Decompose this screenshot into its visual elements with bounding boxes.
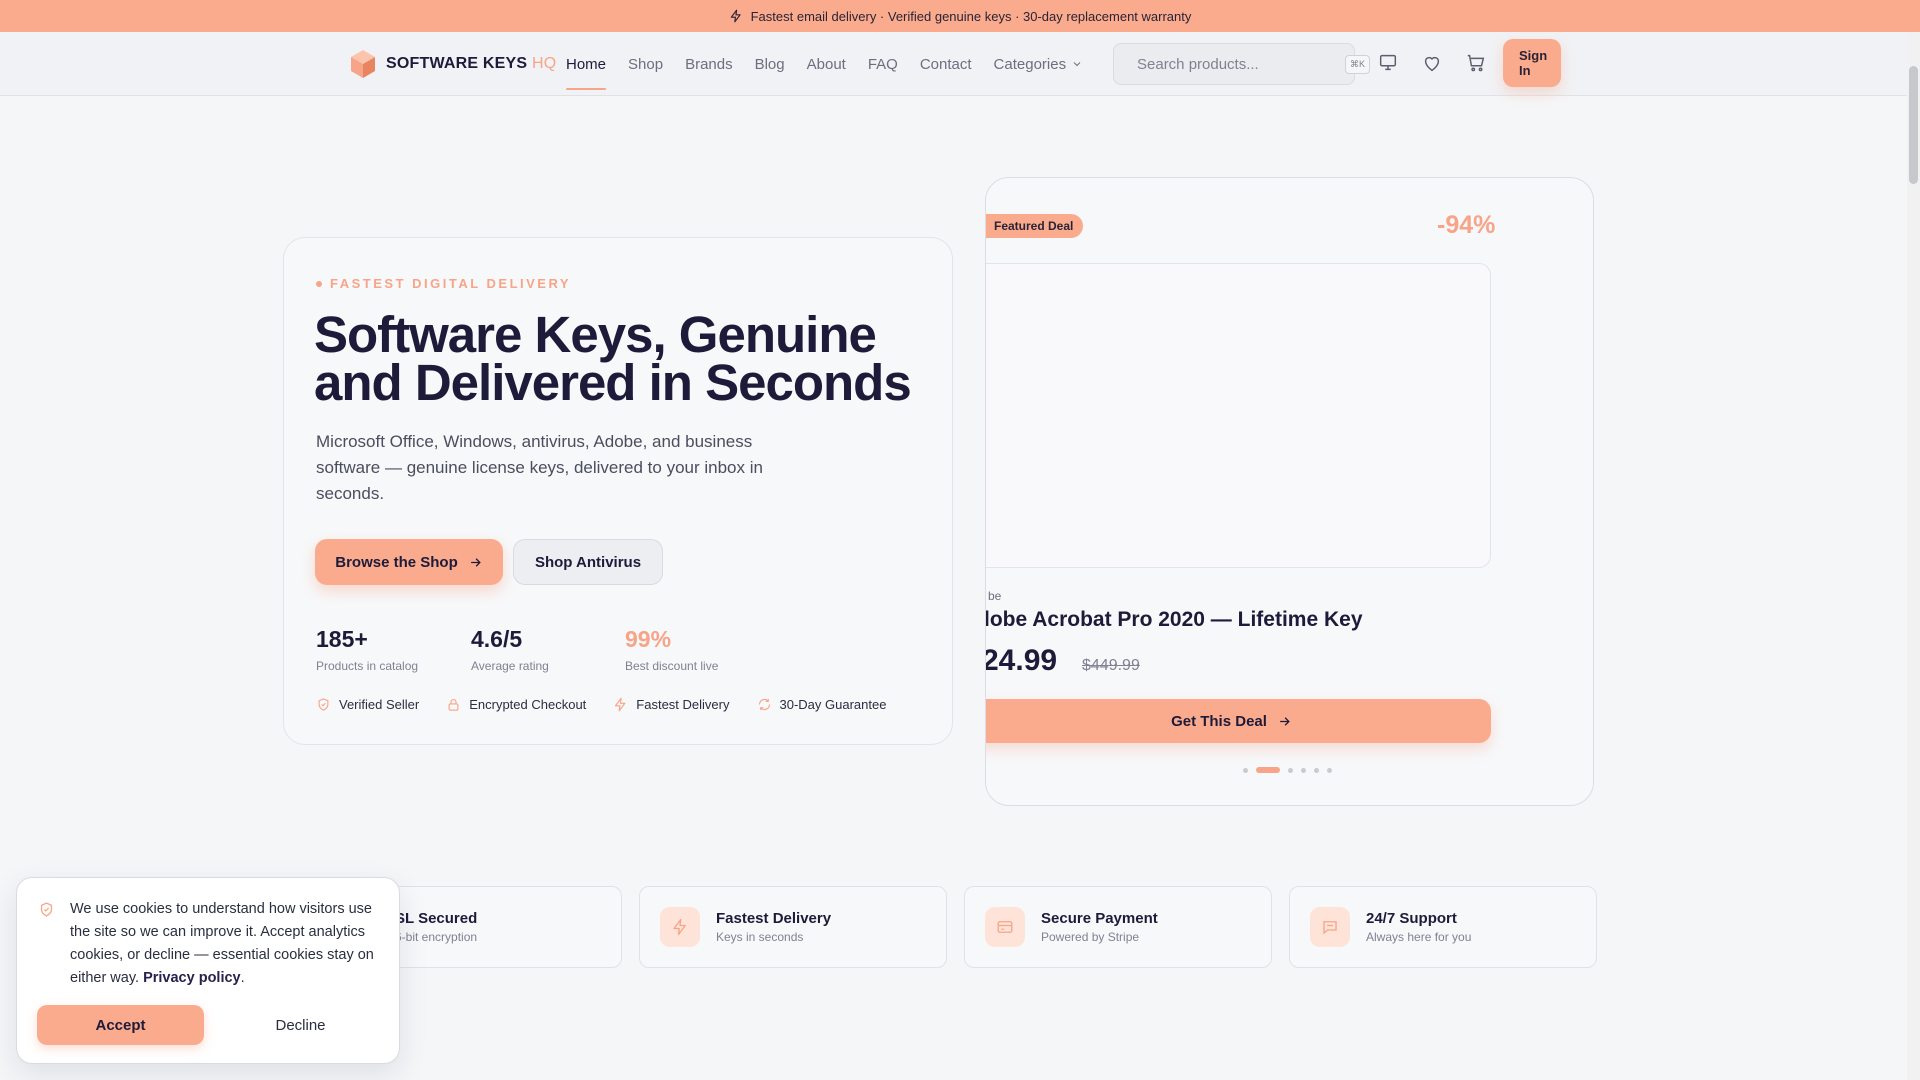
carousel-dot-6[interactable] (1327, 767, 1332, 773)
feature-icon-box (985, 907, 1025, 947)
product-brand: be (988, 589, 1002, 603)
accept-cookies-button[interactable]: Accept (37, 1005, 204, 1045)
hero-title: Software Keys, Genuine and Delivered in S… (314, 306, 912, 411)
chevron-down-icon (1073, 62, 1081, 67)
credit-card-icon (997, 921, 1013, 933)
featured-deal-badge: Featured Deal (986, 214, 1084, 238)
product-old-price: $449.99 (1082, 657, 1140, 674)
header-actions (1377, 52, 1487, 74)
nav-categories-dropdown[interactable]: Categories (994, 32, 1084, 96)
carousel-dot-4[interactable] (1301, 767, 1306, 773)
announcement-text: Fastest email delivery · Verified genuin… (750, 8, 1192, 24)
arrow-right-icon (470, 557, 481, 567)
hero-eyebrow: FASTEST DIGITAL DELIVERY (316, 276, 571, 291)
carousel-dot-1[interactable] (1243, 767, 1248, 773)
scrollbar-thumb[interactable] (1909, 66, 1918, 184)
trust-verified-seller: Verified Seller (316, 697, 419, 712)
carousel-dot-2[interactable] (1256, 767, 1280, 773)
search-shortcut: ⌘K (1345, 54, 1371, 74)
privacy-policy-link[interactable]: Privacy policy (143, 970, 241, 986)
nav-faq[interactable]: FAQ (868, 32, 898, 96)
lock-icon (448, 698, 459, 711)
shield-check-icon (40, 902, 53, 917)
carousel-dots (1243, 767, 1332, 773)
page-scrollbar[interactable] (1907, 32, 1920, 1080)
trust-badges: Verified Seller Encrypted Checkout Faste… (316, 697, 886, 712)
feature-title: Secure Payment (1041, 910, 1158, 927)
eyebrow-dot (316, 280, 322, 287)
main-nav: Home Shop Brands Blog About FAQ Contact … (566, 32, 1083, 96)
feature-strip: SL Secured 6-bit encryption Fastest Deliv… (318, 886, 1597, 968)
nav-categories-label: Categories (993, 55, 1067, 73)
chat-icon (1323, 921, 1337, 935)
bolt-icon (615, 697, 626, 712)
bolt-icon (673, 918, 686, 936)
search-input[interactable] (1137, 55, 1336, 73)
monitor-icon[interactable] (1377, 52, 1399, 74)
nav-shop[interactable]: Shop (628, 32, 663, 96)
nav-about[interactable]: About (807, 32, 846, 96)
get-deal-button[interactable]: Get This Deal (986, 699, 1491, 743)
product-title[interactable]: lobe Acrobat Pro 2020 — Lifetime Key (986, 608, 1363, 632)
logo-link[interactable]: SOFTWARE KEYS HQ (350, 49, 556, 79)
feature-subtitle: Always here for you (1366, 930, 1472, 944)
feature-secure-payment: Secure Payment Powered by Stripe (964, 886, 1272, 968)
stat-products: 185+ Products in catalog (316, 626, 419, 673)
nav-home[interactable]: Home (566, 32, 607, 96)
cookie-text: We use cookies to understand how visitor… (70, 901, 374, 986)
trust-guarantee: 30-Day Guarantee (757, 697, 886, 712)
feature-icon-box (1310, 907, 1350, 947)
site-header: SOFTWARE KEYS HQ Home Shop Brands Blog A… (0, 32, 1907, 96)
announcement-bar: Fastest email delivery · Verified genuin… (0, 0, 1920, 32)
nav-contact[interactable]: Contact (920, 32, 972, 96)
carousel-dot-5[interactable] (1314, 767, 1319, 773)
heart-icon[interactable] (1421, 52, 1443, 74)
feature-title: 24/7 Support (1366, 910, 1457, 927)
shield-icon (318, 698, 329, 711)
product-image[interactable] (986, 263, 1491, 568)
stat-discount: 99% Best discount live (625, 626, 719, 673)
decline-cookies-button[interactable]: Decline (217, 1005, 384, 1045)
shop-antivirus-button[interactable]: Shop Antivirus (513, 539, 663, 585)
sign-in-button[interactable]: Sign In (1503, 39, 1561, 87)
cookie-banner: We use cookies to understand how visitor… (16, 877, 400, 1064)
refresh-icon (758, 698, 770, 711)
browse-shop-button[interactable]: Browse the Shop (315, 539, 503, 585)
product-price: 24.99 (985, 644, 1058, 677)
feature-subtitle: 6-bit encryption (395, 930, 478, 944)
stat-rating: 4.6/5 Average rating (471, 626, 549, 673)
trust-encrypted-checkout: Encrypted Checkout (446, 697, 586, 712)
feature-icon-box (660, 907, 700, 947)
trust-fastest-delivery: Fastest Delivery (613, 697, 730, 712)
bolt-icon (730, 9, 741, 23)
arrow-right-icon (1280, 716, 1290, 726)
feature-title: SL Secured (395, 910, 478, 927)
cart-icon[interactable] (1465, 52, 1487, 74)
feature-support: 24/7 Support Always here for you (1289, 886, 1597, 968)
hero-subtitle: Microsoft Office, Windows, antivirus, Ad… (316, 432, 763, 503)
carousel-dot-3[interactable] (1288, 767, 1293, 773)
feature-subtitle: Powered by Stripe (1041, 930, 1140, 944)
logo-text: SOFTWARE KEYS HQ (386, 55, 557, 72)
feature-title: Fastest Delivery (716, 910, 832, 927)
discount-label: -94% (1437, 211, 1496, 239)
nav-brands[interactable]: Brands (685, 32, 733, 96)
nav-blog[interactable]: Blog (755, 32, 785, 96)
search-box[interactable]: ⌘K (1113, 43, 1371, 85)
hero-card: FASTEST DIGITAL DELIVERY Software Keys, … (283, 237, 953, 745)
logo-suffix: HQ (531, 55, 557, 72)
featured-deal-card: Featured Deal -94% be lobe Acrobat Pro 2… (985, 177, 1594, 806)
feature-subtitle: Keys in seconds (716, 930, 804, 944)
feature-fastest-delivery: Fastest Delivery Keys in seconds (639, 886, 947, 968)
logo-cube-icon (351, 50, 375, 78)
